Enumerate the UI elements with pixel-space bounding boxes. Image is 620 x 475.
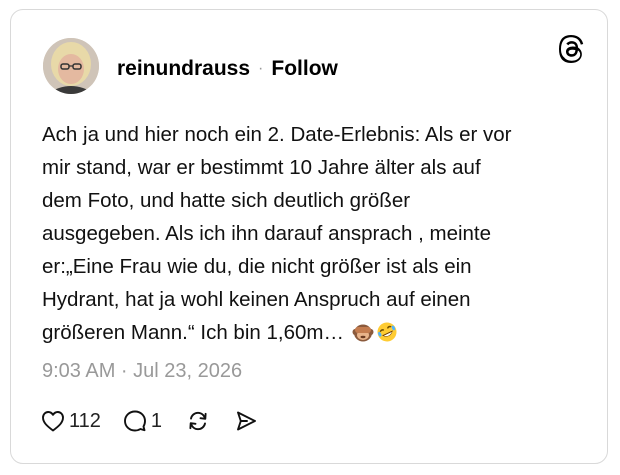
comment-bubble-icon — [123, 409, 147, 433]
post-text-line: mir stand, war er bestimmt 10 Jahre älte… — [42, 156, 481, 179]
like-count: 112 — [69, 409, 101, 432]
post-text-line: ausgegeben. Als ich ihn darauf ansprach … — [42, 222, 492, 245]
reply-button[interactable]: 1 — [123, 406, 162, 436]
header-separator: · — [258, 60, 264, 77]
post-text-line: er:„Eine Frau wie du, die nicht größer i… — [42, 255, 472, 278]
threads-logo-icon[interactable] — [555, 32, 589, 66]
see-no-evil-monkey-icon — [352, 324, 374, 342]
action-bar: 112 1 — [41, 406, 258, 436]
reply-count: 1 — [150, 409, 163, 432]
post-text-line: Ach ja und hier noch ein 2. Date-Erlebni… — [42, 123, 512, 146]
heart-icon — [41, 410, 65, 432]
rolling-on-floor-laughing-icon — [377, 322, 397, 342]
post-header: reinundrauss · Follow — [117, 56, 338, 82]
repost-icon — [186, 409, 210, 433]
avatar-image — [43, 38, 99, 94]
like-button[interactable]: 112 — [41, 406, 101, 436]
follow-button[interactable]: Follow — [271, 57, 338, 81]
share-send-icon — [234, 409, 258, 433]
post-text-line: Hydrant, hat ja wohl keinen Anspruch auf… — [42, 288, 471, 311]
post-text-last-line: größeren Mann.“ Ich bin 1,60m… — [42, 316, 582, 349]
post-text-line: dem Foto, und hatte sich deutlich größer — [42, 189, 411, 212]
repost-button[interactable] — [186, 406, 210, 436]
post-timestamp[interactable]: 9:03 AM · Jul 23, 2026 — [42, 360, 242, 383]
share-button[interactable] — [234, 406, 258, 436]
post-body: Ach ja und hier noch ein 2. Date-Erlebni… — [42, 118, 582, 349]
post-text-line: größeren Mann.“ Ich bin 1,60m… — [42, 321, 344, 344]
username[interactable]: reinundrauss — [117, 57, 250, 81]
post-card: reinundrauss · Follow Ach ja und hier no… — [10, 9, 608, 464]
avatar[interactable] — [43, 38, 99, 94]
